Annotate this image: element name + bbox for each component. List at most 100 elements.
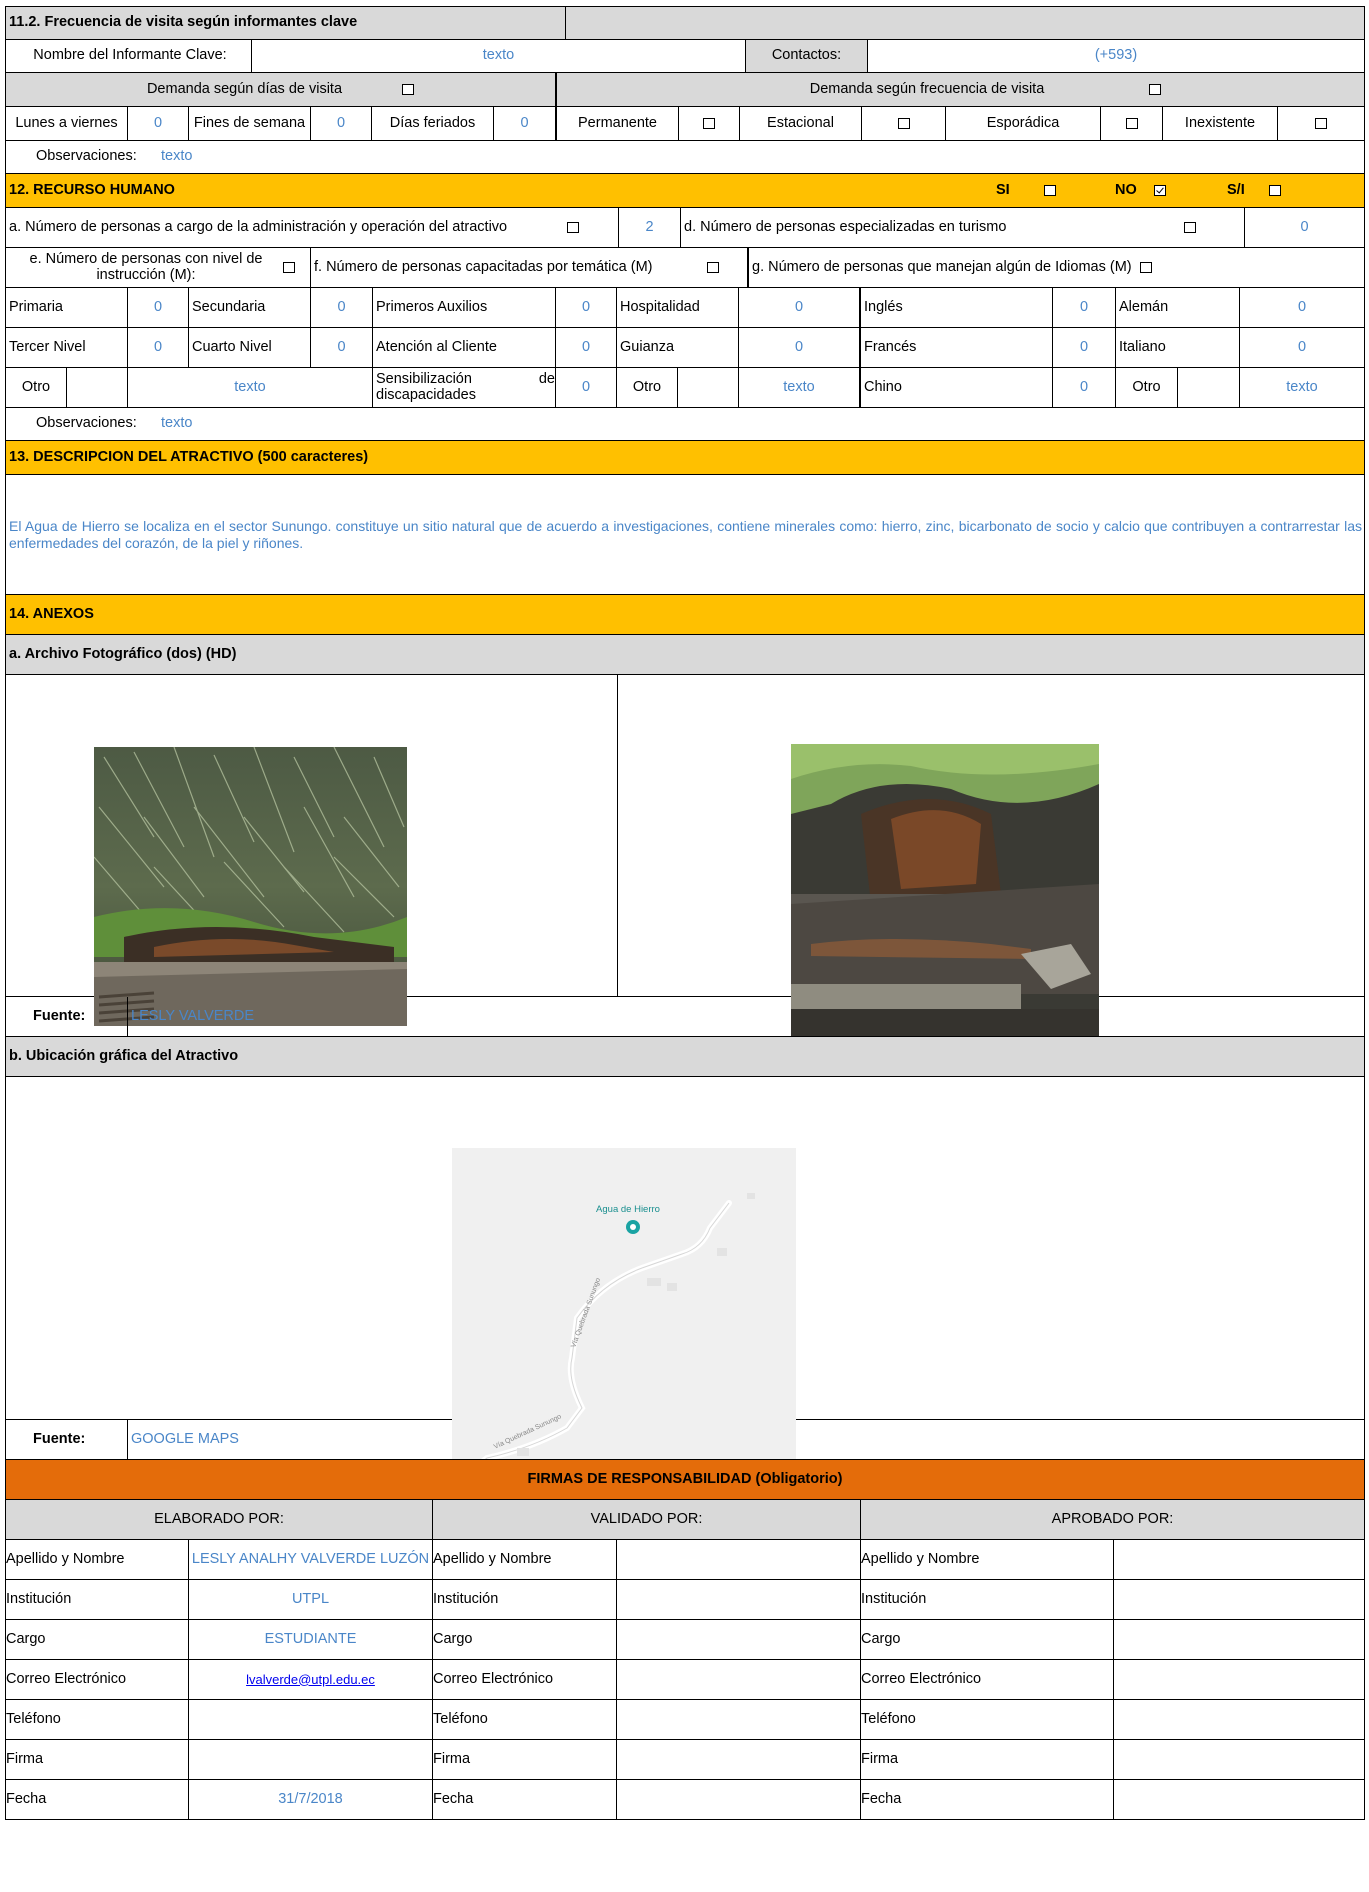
frances-label: Francés	[861, 328, 1053, 367]
aprobado-cargo-field[interactable]	[1114, 1620, 1364, 1659]
elaborado-fecha-field[interactable]: 31/7/2018	[189, 1780, 433, 1819]
nivel-instruccion-checkbox[interactable]	[283, 262, 295, 273]
aprobado-nombre-field[interactable]	[1114, 1540, 1364, 1579]
validado-cargo-field[interactable]	[617, 1620, 861, 1659]
secundaria-field[interactable]: 0	[311, 288, 373, 327]
firma-row-correo: Correo Electrónico lvalverde@utpl.edu.ec…	[5, 1660, 1365, 1700]
ingles-field[interactable]: 0	[1053, 288, 1116, 327]
capacitadas-checkbox[interactable]	[707, 262, 720, 273]
contactos-field[interactable]: (+593)	[868, 40, 1364, 72]
validado-firma-field[interactable]	[617, 1740, 861, 1779]
aleman-field[interactable]: 0	[1240, 288, 1364, 327]
primeros-auxilios-field[interactable]: 0	[556, 288, 617, 327]
chino-field[interactable]: 0	[1053, 368, 1116, 407]
idiomas-checkbox[interactable]	[1139, 262, 1152, 273]
hospitalidad-field[interactable]: 0	[739, 288, 861, 327]
observaciones-11-field[interactable]: texto	[161, 141, 1364, 173]
tercer-nivel-label: Tercer Nivel	[6, 328, 128, 367]
validado-institucion-field[interactable]	[617, 1580, 861, 1619]
informante-field[interactable]: texto	[252, 40, 746, 72]
elaborado-institucion-field[interactable]: UTPL	[189, 1580, 433, 1619]
otro-tematica-field[interactable]: texto	[739, 368, 861, 407]
elaborado-nombre-field[interactable]: LESLY ANALHY VALVERDE LUZÓN	[189, 1540, 433, 1579]
validado-nombre-label: Apellido y Nombre	[433, 1540, 617, 1579]
aprobado-firma-label: Firma	[861, 1740, 1114, 1779]
cuarto-nivel-field[interactable]: 0	[311, 328, 373, 367]
frances-field[interactable]: 0	[1053, 328, 1116, 367]
demanda-dias-label: Demanda según días de visita	[146, 80, 343, 97]
fuente-map-label: Fuente:	[6, 1420, 128, 1459]
demanda-frecuencia-label: Demanda según frecuencia de visita	[809, 80, 1045, 97]
validado-nombre-field[interactable]	[617, 1540, 861, 1579]
personas-turismo-checkbox[interactable]	[1184, 222, 1196, 233]
primaria-field[interactable]: 0	[128, 288, 189, 327]
lunes-field[interactable]: 0	[128, 107, 189, 140]
elaborado-cargo-label: Cargo	[6, 1620, 189, 1659]
personas-administracion-field[interactable]: 2	[619, 208, 681, 247]
personas-administracion-checkbox[interactable]	[566, 222, 579, 233]
estacional-checkbox[interactable]	[897, 118, 910, 129]
permanente-checkbox[interactable]	[703, 118, 715, 129]
atencion-cliente-field[interactable]: 0	[556, 328, 617, 367]
validado-fecha-field[interactable]	[617, 1780, 861, 1819]
fuente-map-row: Fuente: GOOGLE MAPS	[5, 1420, 1365, 1460]
validado-correo-field[interactable]	[617, 1660, 861, 1699]
feriados-field[interactable]: 0	[494, 107, 557, 140]
photo-agua-de-hierro-1	[94, 747, 407, 1026]
no-checkbox[interactable]	[1153, 185, 1166, 196]
aprobado-telefono-field[interactable]	[1114, 1700, 1364, 1739]
inexistente-checkbox[interactable]	[1315, 118, 1327, 129]
elaborado-firma-field[interactable]	[189, 1740, 433, 1779]
fuente-map-field[interactable]: GOOGLE MAPS	[128, 1420, 1364, 1459]
aprobado-institucion-label: Institución	[861, 1580, 1114, 1619]
personal-row-1: Primaria 0 Secundaria 0 Primeros Auxilio…	[5, 288, 1365, 328]
fuente-photos-label: Fuente:	[6, 997, 128, 1036]
elaborado-telefono-label: Teléfono	[6, 1700, 189, 1739]
aprobado-correo-field[interactable]	[1114, 1660, 1364, 1699]
demanda-dias-checkbox[interactable]	[402, 84, 415, 95]
esporadica-label: Esporádica	[946, 107, 1101, 140]
personas-turismo-label: d. Número de personas especializadas en …	[684, 218, 1007, 235]
tercer-nivel-field[interactable]: 0	[128, 328, 189, 367]
observaciones-12-field[interactable]: texto	[161, 408, 1364, 440]
elaborado-cargo-field[interactable]: ESTUDIANTE	[189, 1620, 433, 1659]
photos-title: a. Archivo Fotográfico (dos) (HD)	[9, 645, 237, 662]
validado-firma-label: Firma	[433, 1740, 617, 1779]
aprobado-firma-field[interactable]	[1114, 1740, 1364, 1779]
demanda-header-row: Demanda según días de visita Demanda seg…	[5, 73, 1365, 107]
demanda-frecuencia-checkbox[interactable]	[1149, 84, 1162, 95]
fuente-photos-field[interactable]: LESLY VALVERDE	[128, 997, 1364, 1036]
chino-label: Chino	[861, 368, 1053, 407]
permanente-label: Permanente	[557, 107, 679, 140]
validado-header: VALIDADO POR:	[433, 1500, 861, 1539]
elaborado-correo-link[interactable]: lvalverde@utpl.edu.ec	[246, 1673, 375, 1687]
section-12-header: 12. RECURSO HUMANO SI NO S/I	[5, 174, 1365, 208]
validado-telefono-field[interactable]	[617, 1700, 861, 1739]
elaborado-header: ELABORADO POR:	[6, 1500, 433, 1539]
photo-agua-de-hierro-2	[791, 744, 1099, 1037]
inexistente-label: Inexistente	[1163, 107, 1278, 140]
guianza-field[interactable]: 0	[739, 328, 861, 367]
sin-info-checkbox[interactable]	[1268, 185, 1281, 196]
italiano-field[interactable]: 0	[1240, 328, 1364, 367]
esporadica-checkbox[interactable]	[1125, 118, 1138, 129]
aprobado-nombre-label: Apellido y Nombre	[861, 1540, 1114, 1579]
aprobado-fecha-field[interactable]	[1114, 1780, 1364, 1819]
aprobado-institucion-field[interactable]	[1114, 1580, 1364, 1619]
elaborado-nombre-label: Apellido y Nombre	[6, 1540, 189, 1579]
demanda-values-row: Lunes a viernes 0 Fines de semana 0 Días…	[5, 107, 1365, 141]
personas-turismo-field[interactable]: 0	[1245, 208, 1364, 247]
descripcion-text[interactable]: El Agua de Hierro se localiza en el sect…	[6, 475, 1364, 594]
elaborado-telefono-field[interactable]	[189, 1700, 433, 1739]
fines-field[interactable]: 0	[311, 107, 372, 140]
personal-row-2: Tercer Nivel 0 Cuarto Nivel 0 Atención a…	[5, 328, 1365, 368]
personal-row-3: Otro texto Sensibilización de discapacid…	[5, 368, 1365, 408]
sensibilizacion-field[interactable]: 0	[556, 368, 617, 407]
si-checkbox[interactable]	[1043, 185, 1056, 196]
contactos-label: Contactos:	[746, 40, 868, 72]
firma-row-telefono: Teléfono Teléfono Teléfono	[5, 1700, 1365, 1740]
section-12-title: 12. RECURSO HUMANO	[9, 181, 175, 198]
otro-nivel-field[interactable]: texto	[128, 368, 373, 407]
ingles-label: Inglés	[861, 288, 1053, 327]
otro-idioma-field[interactable]: texto	[1240, 368, 1364, 407]
